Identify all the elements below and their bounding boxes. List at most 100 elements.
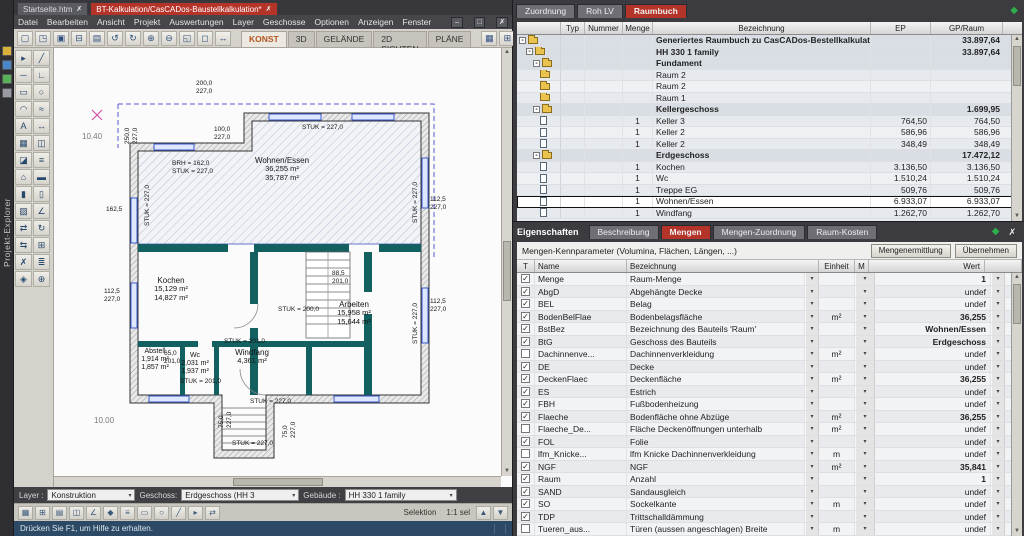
dropdown-icon[interactable]: ▾ — [805, 386, 819, 398]
dropdown-icon[interactable]: ▾ — [855, 411, 875, 423]
properties-vscroll[interactable]: ▲ ▼ — [1011, 273, 1022, 536]
dropdown-icon[interactable]: ▾ — [855, 448, 875, 460]
uebernehmen-button[interactable]: Übernehmen — [955, 244, 1017, 258]
window-tool-icon[interactable]: ◫ — [33, 135, 50, 151]
checkbox-icon[interactable] — [521, 524, 530, 533]
menu-item-anzeigen[interactable]: Anzeigen — [358, 17, 393, 27]
raumbuch-row[interactable]: 1Keller 3764,50764,50 — [517, 116, 1022, 128]
close-tab-icon[interactable]: ✗ — [76, 5, 82, 13]
menu-item-layer[interactable]: Layer — [233, 17, 254, 27]
dropdown-icon[interactable]: ▾ — [991, 336, 1005, 348]
col-nummer[interactable]: Nummer — [585, 22, 623, 34]
dropdown-icon[interactable]: ▾ — [855, 523, 875, 535]
raumbuch-row[interactable]: -HH 330 1 family33.897,64 — [517, 47, 1022, 59]
zoom-step-down-icon[interactable]: ▼ — [493, 506, 508, 520]
dropdown-icon[interactable]: ▾ — [855, 398, 875, 410]
arc-tool-icon[interactable]: ◠ — [15, 101, 32, 117]
save-all-icon[interactable]: ⊟ — [71, 31, 87, 46]
raumbuch-vscroll-thumb[interactable] — [1013, 46, 1021, 86]
dropdown-icon[interactable]: ▾ — [805, 273, 819, 285]
dimension-tool-icon[interactable]: ↔ — [33, 118, 50, 134]
dropdown-icon[interactable]: ▾ — [991, 373, 1005, 385]
col-gp-raum[interactable]: GP/Raum — [931, 22, 1003, 34]
checkbox-icon[interactable] — [521, 449, 530, 458]
edit-tool-icon[interactable]: ╱ — [33, 50, 50, 66]
col-m[interactable]: M — [855, 260, 869, 272]
open-icon[interactable]: ◳ — [35, 31, 51, 46]
dropdown-icon[interactable]: ▾ — [805, 361, 819, 373]
drawing-canvas[interactable]: Wohnen/Essen 36,255 m² 35,787 m² Kochen … — [54, 48, 512, 487]
property-row[interactable]: Tueren_aus...Türen (aussen angeschlagen)… — [517, 523, 1022, 536]
dropdown-icon[interactable]: ▾ — [805, 323, 819, 335]
properties-vscroll-thumb[interactable] — [1013, 284, 1021, 324]
minimize-button[interactable]: – — [451, 17, 463, 28]
cursor-snap-icon[interactable]: ▸ — [188, 506, 203, 520]
property-row[interactable]: ✓SANDSandausgleich▾▾undef▾ — [517, 486, 1022, 499]
pan-icon[interactable]: ↔ — [215, 31, 231, 46]
tab-mengen-zuordnung[interactable]: Mengen-Zuordnung — [713, 225, 806, 239]
dropdown-icon[interactable]: ▾ — [805, 436, 819, 448]
rectangle-tool-icon[interactable]: ▭ — [15, 84, 32, 100]
layer-view-icon[interactable]: ▤ — [52, 506, 67, 520]
dropdown-icon[interactable]: ▾ — [855, 423, 875, 435]
raumbuch-row[interactable]: Raum 2 — [517, 70, 1022, 82]
canvas-hscroll-thumb[interactable] — [233, 478, 323, 486]
panel-diamond-icon[interactable]: ◆ — [1010, 4, 1018, 18]
dropdown-icon[interactable]: ▾ — [991, 411, 1005, 423]
point-snap-icon[interactable]: ◆ — [103, 506, 118, 520]
canvas-hscroll[interactable] — [54, 476, 501, 487]
geschoss-select[interactable]: Erdgeschoss (HH 3▾ — [181, 489, 299, 501]
zoom-out-icon[interactable]: ⊖ — [161, 31, 177, 46]
dropdown-icon[interactable]: ▾ — [991, 286, 1005, 298]
dropdown-icon[interactable]: ▾ — [991, 423, 1005, 435]
panel-diamond-icon[interactable]: ◆ — [992, 225, 1000, 239]
dropdown-icon[interactable]: ▾ — [855, 373, 875, 385]
spline-tool-icon[interactable]: ≈ — [33, 101, 50, 117]
menu-item-bearbeiten[interactable]: Bearbeiten — [47, 17, 88, 27]
dropdown-icon[interactable]: ▾ — [805, 473, 819, 485]
property-row[interactable]: ✓RaumAnzahl▾▾1▾ — [517, 473, 1022, 486]
dropdown-icon[interactable]: ▾ — [855, 486, 875, 498]
group-tool-icon[interactable]: ◈ — [15, 271, 32, 287]
copy-tool-icon[interactable]: ⊞ — [33, 237, 50, 253]
checkbox-icon[interactable]: ✓ — [521, 312, 530, 321]
raumbuch-row[interactable]: Raum 1 — [517, 93, 1022, 105]
property-row[interactable]: ✓FlaecheBodenfläche ohne Abzüge▾m²▾36,25… — [517, 411, 1022, 424]
dropdown-icon[interactable]: ▾ — [855, 473, 875, 485]
tab-bt-kalkulation[interactable]: BT-Kalkulation/CasCADos-Baustellkalkulat… — [90, 2, 277, 15]
column-tool-icon[interactable]: ▮ — [15, 186, 32, 202]
dropdown-icon[interactable]: ▾ — [855, 323, 875, 335]
property-row[interactable]: ✓BodenBelFlaeBodenbelagsfläche▾m²▾36,255… — [517, 311, 1022, 324]
dropdown-icon[interactable]: ▾ — [991, 323, 1005, 335]
checkbox-icon[interactable]: ✓ — [521, 399, 530, 408]
property-row[interactable]: ✓DEDecke▾▾undef▾ — [517, 361, 1022, 374]
dropdown-icon[interactable]: ▾ — [805, 448, 819, 460]
circle-tool-icon[interactable]: ○ — [33, 84, 50, 100]
raumbuch-row[interactable]: -Fundament — [517, 58, 1022, 70]
raumbuch-row[interactable]: 1Kochen3.136,503.136,50 — [517, 162, 1022, 174]
dropdown-icon[interactable]: ▾ — [805, 486, 819, 498]
project-explorer-vertical-label[interactable]: Projekt-Explorer — [2, 198, 12, 267]
snap-grid-icon[interactable]: ⊞ — [35, 506, 50, 520]
zoom-tool-icon[interactable]: ⊕ — [33, 271, 50, 287]
dropdown-icon[interactable]: ▾ — [805, 411, 819, 423]
bauteile-icon[interactable] — [2, 60, 12, 70]
checkbox-icon[interactable] — [521, 349, 530, 358]
dropdown-icon[interactable]: ▾ — [991, 348, 1005, 360]
grid-icon[interactable]: ▦ — [481, 31, 497, 46]
hatch-tool-icon[interactable]: ▨ — [15, 203, 32, 219]
checkbox-icon[interactable]: ✓ — [521, 487, 530, 496]
checkbox-icon[interactable]: ✓ — [521, 299, 530, 308]
tab-beschreibung[interactable]: Beschreibung — [589, 225, 659, 239]
property-row[interactable]: ✓DeckenFlaecDeckenfläche▾m²▾36,255▾ — [517, 373, 1022, 386]
dropdown-icon[interactable]: ▾ — [991, 511, 1005, 523]
col-einheit[interactable]: Einheit — [819, 260, 855, 272]
maximize-button[interactable]: □ — [474, 17, 486, 28]
view-tab-konst[interactable]: KONST — [241, 31, 287, 47]
checkbox-icon[interactable]: ✓ — [521, 387, 530, 396]
close-tab-icon[interactable]: ✗ — [266, 5, 272, 13]
raumbuch-row[interactable]: -Generiertes Raumbuch zu CasCADos-Bestel… — [517, 35, 1022, 47]
dropdown-icon[interactable]: ▾ — [805, 398, 819, 410]
dropdown-icon[interactable]: ▾ — [991, 473, 1005, 485]
new-file-icon[interactable]: ▢ — [17, 31, 33, 46]
